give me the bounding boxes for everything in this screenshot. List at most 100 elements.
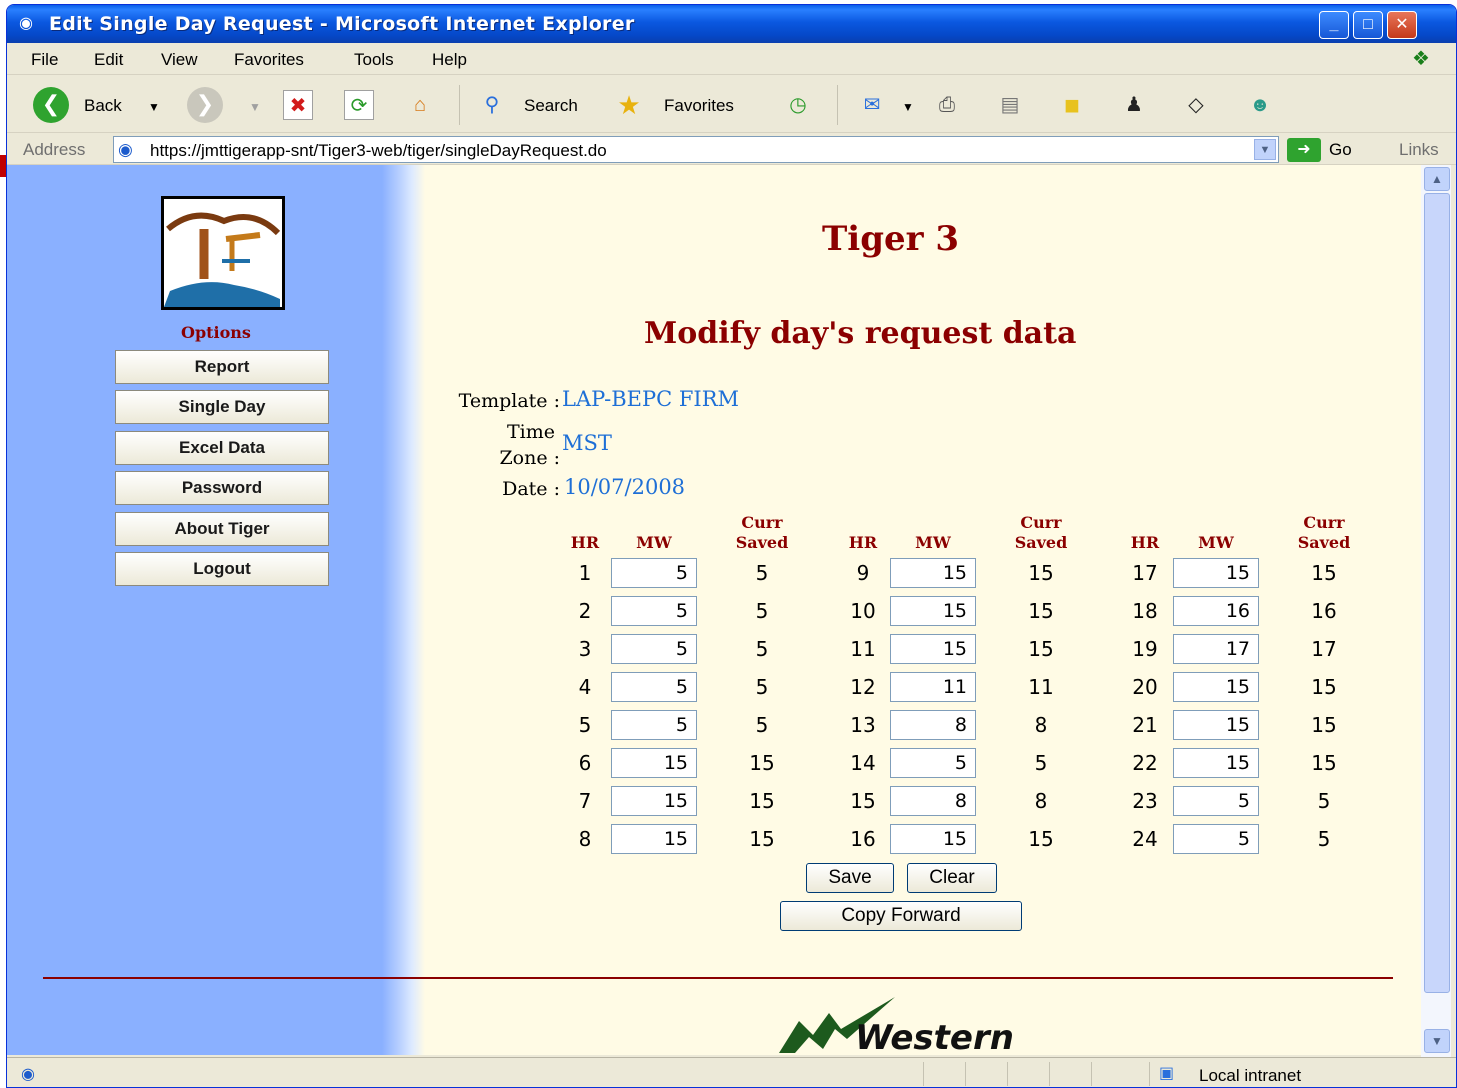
hour-cell: 22 (1132, 751, 1158, 775)
vertical-scrollbar[interactable]: ▲ ▼ (1421, 165, 1451, 1057)
mw-input[interactable]: 16 (1173, 596, 1259, 626)
hour-cell: 14 (850, 751, 876, 775)
mw-input[interactable]: 5 (611, 672, 697, 702)
menu-favorites[interactable]: Favorites (234, 50, 304, 70)
home-icon[interactable]: ⌂ (405, 90, 435, 120)
column-header-hr: HR (1130, 533, 1160, 552)
mw-input[interactable]: 8 (890, 710, 976, 740)
maximize-button[interactable]: □ (1353, 11, 1383, 39)
contacts-icon[interactable]: ☻ (1245, 90, 1275, 120)
mail-icon[interactable]: ✉ (857, 90, 887, 120)
note-icon[interactable]: ■ (1057, 90, 1087, 120)
menu-edit[interactable]: Edit (94, 50, 123, 70)
western-logo-text: Western (855, 1018, 1014, 1055)
mw-input[interactable]: 5 (611, 710, 697, 740)
mw-input[interactable]: 5 (1173, 824, 1259, 854)
password-button[interactable]: Password (115, 471, 329, 505)
saved-value-cell: 15 (1028, 561, 1054, 585)
hour-cell: 21 (1132, 713, 1158, 737)
scrollbar-thumb[interactable] (1424, 193, 1450, 993)
print-icon[interactable]: ⎙ (932, 90, 962, 120)
forward-dropdown-icon[interactable]: ▼ (249, 100, 261, 114)
mw-input[interactable]: 15 (890, 634, 976, 664)
title-bar: ◉ Edit Single Day Request - Microsoft In… (7, 5, 1456, 43)
mw-input[interactable]: 15 (1173, 748, 1259, 778)
back-button-label[interactable]: Back (84, 96, 122, 116)
save-button[interactable]: Save (806, 863, 894, 893)
mw-input[interactable]: 8 (890, 786, 976, 816)
edit-icon[interactable]: ▤ (995, 90, 1025, 120)
clear-button[interactable]: Clear (907, 863, 997, 893)
mail-dropdown-icon[interactable]: ▼ (902, 100, 914, 114)
messenger-person-icon[interactable]: ♟ (1119, 90, 1149, 120)
mw-input[interactable]: 17 (1173, 634, 1259, 664)
copy-forward-button[interactable]: Copy Forward (780, 901, 1022, 931)
favorites-button-label[interactable]: Favorites (664, 96, 734, 116)
status-separator (1049, 1062, 1050, 1086)
saved-value-cell: 8 (1034, 789, 1048, 813)
mw-input[interactable]: 15 (1173, 672, 1259, 702)
address-url[interactable]: https://jmttigerapp-snt/Tiger3-web/tiger… (150, 141, 607, 161)
column-header-saved: Saved (735, 533, 789, 552)
mw-input[interactable]: 5 (890, 748, 976, 778)
mw-input[interactable]: 15 (890, 596, 976, 626)
menu-view[interactable]: View (161, 50, 198, 70)
mw-input[interactable]: 15 (611, 824, 697, 854)
hour-cell: 12 (850, 675, 876, 699)
mw-input[interactable]: 15 (611, 748, 697, 778)
saved-value-cell: 8 (1034, 713, 1048, 737)
go-button-label[interactable]: Go (1329, 140, 1352, 160)
history-icon[interactable]: ◷ (783, 90, 813, 120)
minimize-button[interactable]: _ (1319, 11, 1349, 39)
forward-arrow-icon[interactable]: ❯ (187, 87, 223, 123)
search-button-label[interactable]: Search (524, 96, 578, 116)
date-value: 10/07/2008 (564, 475, 686, 499)
excel-data-button[interactable]: Excel Data (115, 431, 329, 465)
refresh-icon[interactable]: ⟳ (344, 90, 374, 120)
back-arrow-icon[interactable]: ❮ (33, 87, 69, 123)
mw-input[interactable]: 15 (611, 786, 697, 816)
scroll-up-icon[interactable]: ▲ (1424, 167, 1450, 191)
links-label[interactable]: Links (1399, 140, 1439, 160)
favorites-star-icon[interactable]: ★ (614, 90, 644, 120)
menu-tools[interactable]: Tools (354, 50, 394, 70)
footer-divider (43, 977, 1393, 979)
menu-help[interactable]: Help (432, 50, 467, 70)
template-value: LAP-BEPC FIRM (562, 387, 740, 411)
hour-cell: 2 (578, 599, 592, 623)
menu-file[interactable]: File (31, 50, 58, 70)
mw-input[interactable]: 15 (1173, 710, 1259, 740)
saved-value-cell: 5 (755, 561, 769, 585)
zone-label: Local intranet (1199, 1066, 1302, 1085)
back-dropdown-icon[interactable]: ▼ (148, 100, 160, 114)
close-button[interactable]: ✕ (1387, 11, 1417, 39)
status-separator (1007, 1062, 1008, 1086)
research-icon[interactable]: ◇ (1181, 90, 1211, 120)
toolbar: ❮ Back ▼ ❯ ▼ ✖ ⟳ ⌂ ⚲ Search ★ Favorites … (7, 75, 1456, 133)
status-separator (923, 1062, 924, 1086)
mw-input[interactable]: 15 (1173, 558, 1259, 588)
stop-icon[interactable]: ✖ (283, 90, 313, 120)
go-arrow-icon[interactable]: ➜ (1287, 138, 1321, 162)
single-day-button[interactable]: Single Day (115, 390, 329, 424)
mw-input[interactable]: 11 (890, 672, 976, 702)
saved-value-cell: 17 (1311, 637, 1337, 661)
mw-input[interactable]: 5 (611, 596, 697, 626)
column-header-hr: HR (570, 533, 600, 552)
saved-value-cell: 15 (1311, 751, 1337, 775)
mw-input[interactable]: 15 (890, 558, 976, 588)
saved-value-cell: 15 (1028, 637, 1054, 661)
scroll-down-icon[interactable]: ▼ (1424, 1029, 1450, 1053)
search-icon[interactable]: ⚲ (477, 90, 507, 120)
address-input[interactable]: ◉ https://jmttigerapp-snt/Tiger3-web/tig… (113, 136, 1279, 163)
column-header-mw: MW (915, 533, 951, 552)
hour-cell: 17 (1132, 561, 1158, 585)
mw-input[interactable]: 5 (611, 558, 697, 588)
address-dropdown-icon[interactable]: ▼ (1254, 139, 1276, 160)
mw-input[interactable]: 5 (611, 634, 697, 664)
logout-button[interactable]: Logout (115, 552, 329, 586)
about-tiger-button[interactable]: About Tiger (115, 512, 329, 546)
mw-input[interactable]: 15 (890, 824, 976, 854)
mw-input[interactable]: 5 (1173, 786, 1259, 816)
report-button[interactable]: Report (115, 350, 329, 384)
